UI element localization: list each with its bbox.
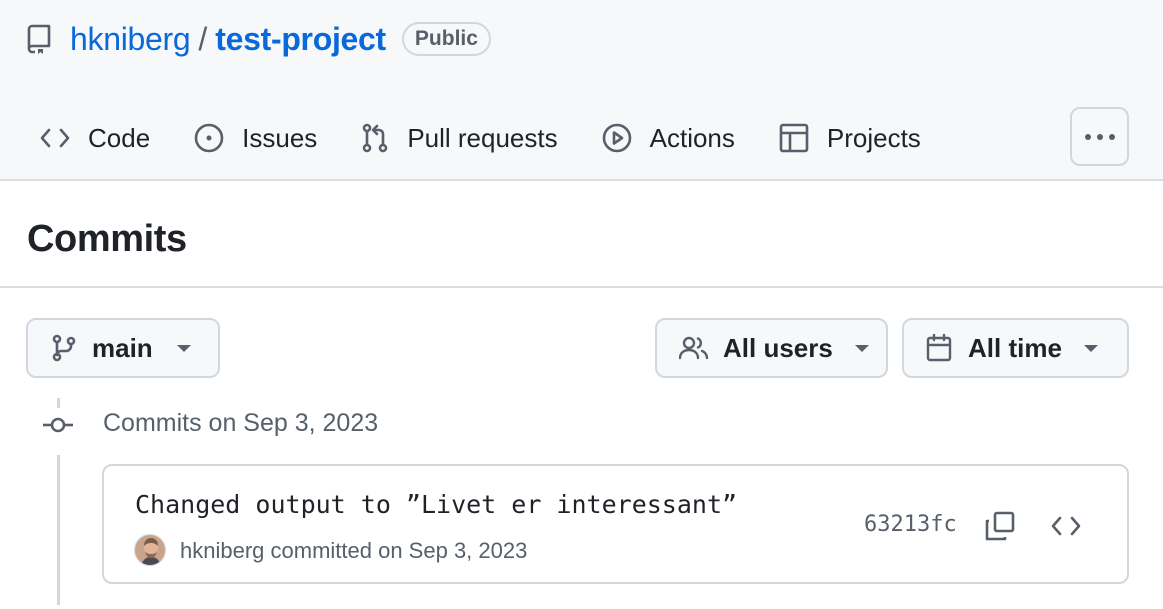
commit-author-link[interactable]: hkniberg: [180, 538, 264, 563]
repo-icon: [26, 24, 56, 54]
repo-title-line: hkniberg / test-project Public: [26, 18, 491, 60]
pull-request-icon: [363, 123, 388, 153]
tab-label: Projects: [826, 122, 921, 153]
triangle-down-icon: [854, 344, 869, 352]
git-commit-icon: [43, 417, 73, 433]
copy-sha-button[interactable]: [982, 508, 1018, 544]
copy-icon: [985, 511, 1015, 541]
more-tabs-button[interactable]: [1070, 107, 1129, 166]
tab-issues[interactable]: Issues: [194, 123, 317, 154]
commit-sha-link[interactable]: 63213fc: [864, 512, 957, 537]
branch-name: main: [92, 332, 153, 363]
code-icon: [1051, 516, 1081, 536]
tab-pull-requests[interactable]: Pull requests: [361, 122, 558, 154]
repo-path-separator: /: [198, 20, 208, 57]
git-branch-icon: [52, 334, 76, 362]
people-icon: [679, 336, 709, 360]
timeline-line: [57, 455, 60, 605]
repo-name-link[interactable]: test-project: [215, 21, 386, 58]
tab-label: Actions: [649, 122, 735, 153]
branch-selector-button[interactable]: main: [26, 318, 220, 378]
code-icon: [40, 128, 70, 148]
tab-label: Pull requests: [407, 122, 558, 153]
tab-label: Code: [88, 122, 151, 153]
triangle-down-icon: [1083, 344, 1098, 352]
triangle-down-icon: [176, 344, 191, 352]
commit-group-date: Commits on Sep 3, 2023: [103, 409, 379, 437]
kebab-horizontal-icon: [1084, 133, 1115, 140]
commit-list-item: Changed output to ”Livet er interessant”…: [102, 464, 1129, 584]
timeline-line: [57, 398, 60, 408]
tab-projects[interactable]: Projects: [779, 123, 921, 154]
time-filter-button[interactable]: All time: [902, 318, 1129, 378]
repo-nav-tabs: Code Issues Pull requests Actions Projec…: [40, 113, 965, 163]
tab-code[interactable]: Code: [40, 123, 150, 154]
divider: [0, 286, 1163, 288]
play-circle-icon: [602, 123, 631, 153]
tab-label: Issues: [242, 122, 318, 153]
visibility-badge: Public: [401, 22, 491, 56]
issue-circle-icon: [194, 123, 224, 153]
calendar-icon: [926, 334, 952, 362]
page-title: Commits: [27, 218, 187, 260]
commit-meta: hkniberg committed on Sep 3, 2023: [180, 538, 527, 564]
commit-message-link[interactable]: Changed output to ”Livet er interessant”: [135, 490, 737, 519]
tab-actions[interactable]: Actions: [602, 123, 735, 154]
commit-meta-text: committed on Sep 3, 2023: [270, 538, 528, 563]
avatar[interactable]: [134, 534, 166, 566]
users-filter-button[interactable]: All users: [655, 318, 888, 378]
browse-repo-at-commit-button[interactable]: [1048, 508, 1084, 544]
users-filter-label: All users: [723, 332, 833, 363]
repo-header: hkniberg / test-project Public Code Issu…: [0, 0, 1163, 181]
time-filter-label: All time: [968, 332, 1062, 363]
table-icon: [779, 123, 809, 153]
repo-owner-link[interactable]: hkniberg: [70, 21, 191, 58]
